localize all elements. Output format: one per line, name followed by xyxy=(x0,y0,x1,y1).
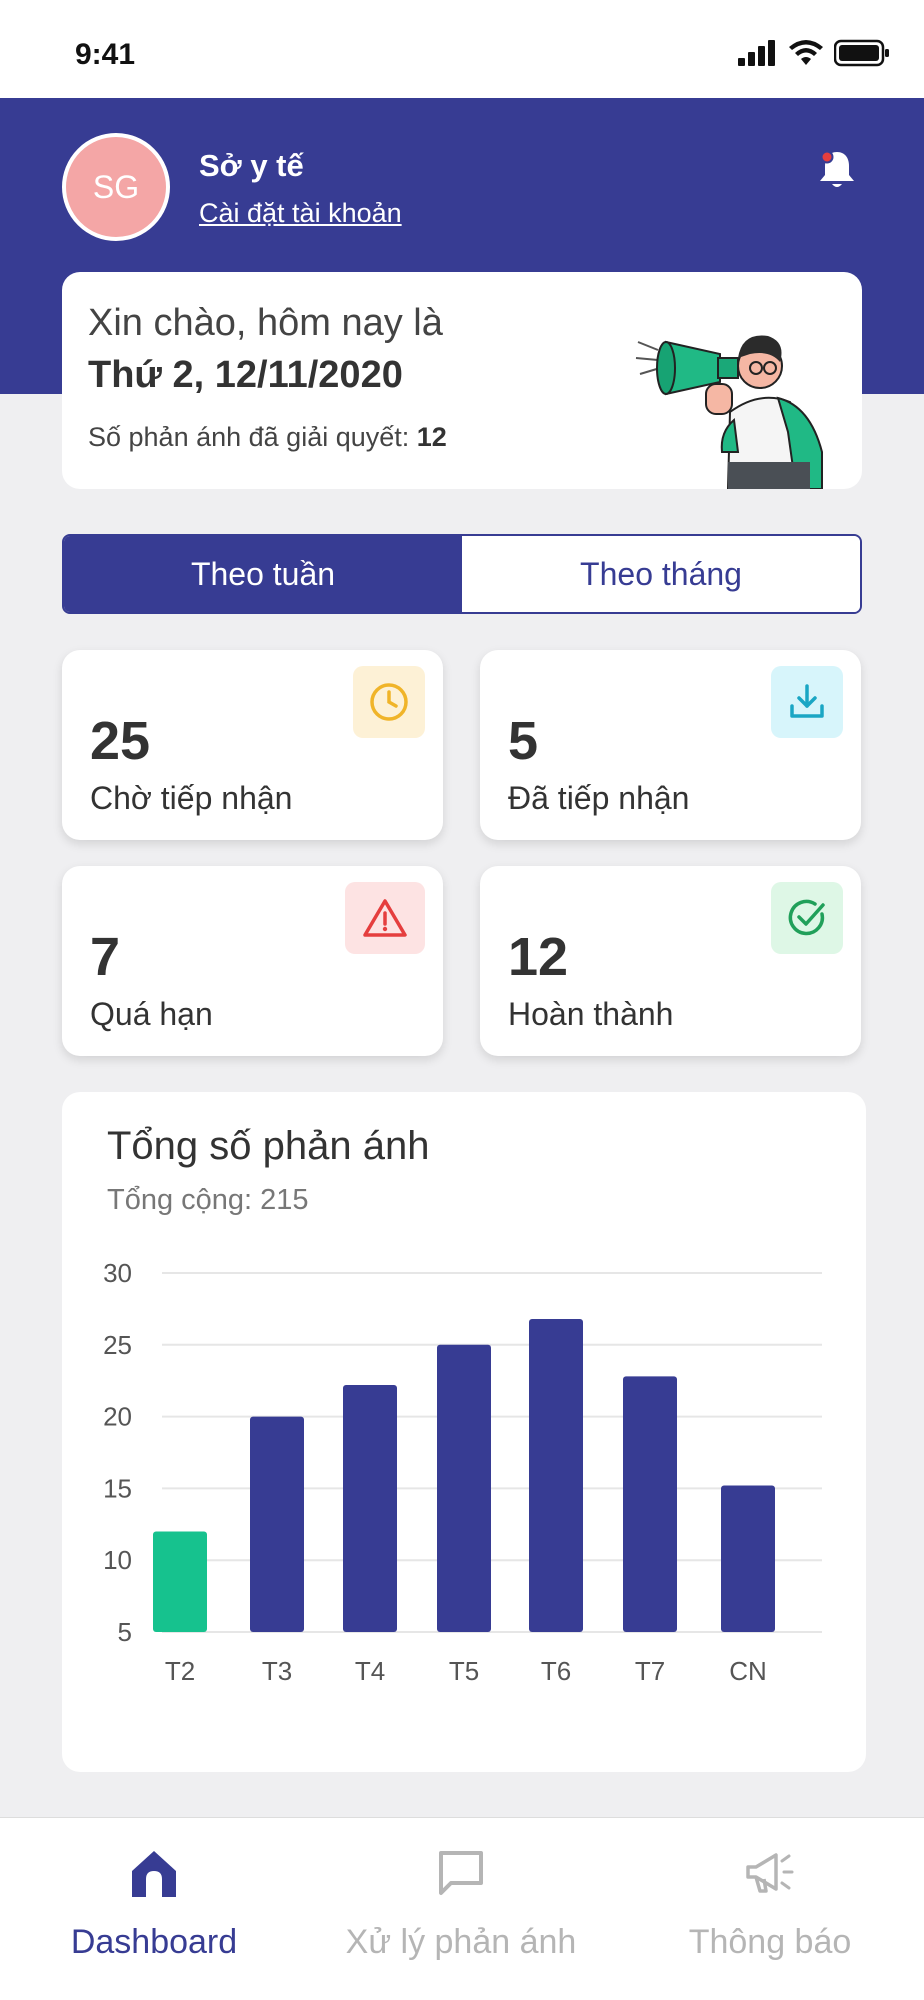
check-circle-icon xyxy=(771,882,843,954)
bar-T6 xyxy=(529,1318,583,1632)
tab-monthly[interactable]: Theo tháng xyxy=(462,536,860,612)
avatar-initials: SG xyxy=(92,168,140,205)
stat-label: Quá hạn xyxy=(90,996,213,1032)
bottom-tab-bar: Dashboard Xử lý phản ánh Thông báo xyxy=(0,1817,924,2000)
tab-weekly[interactable]: Theo tuần xyxy=(64,536,462,612)
y-tick-label: 15 xyxy=(103,1473,132,1503)
y-tick-label: 10 xyxy=(103,1545,132,1575)
home-icon xyxy=(124,1843,184,1903)
stat-card-overdue[interactable]: 7 Quá hạn xyxy=(62,866,443,1056)
clock-icon xyxy=(353,666,425,738)
status-icons xyxy=(738,38,890,68)
tab-label: Xử lý phản ánh xyxy=(345,1923,577,1961)
avatar[interactable]: SG xyxy=(62,133,170,241)
megaphone-person-illustration xyxy=(635,335,823,489)
stat-value: 7 xyxy=(90,927,121,987)
chat-icon xyxy=(431,1843,491,1903)
tab-label: Dashboard xyxy=(70,1923,238,1961)
y-tick-label: 25 xyxy=(103,1330,132,1360)
bar-chart: 30 25 20 15 10 5 T2 T3 T4 T5 T6 T7 CN xyxy=(103,1258,822,1686)
x-tick-label: T7 xyxy=(635,1656,665,1686)
resolved-count: 12 xyxy=(416,422,447,452)
greeting-text: Xin chào, hôm nay là xyxy=(88,302,443,344)
warning-icon xyxy=(345,882,425,954)
resolved-summary: Số phản ánh đã giải quyết: 12 xyxy=(88,422,447,453)
download-icon xyxy=(771,666,843,738)
stat-value: 25 xyxy=(90,711,151,771)
stat-card-completed[interactable]: 12 Hoàn thành xyxy=(480,866,861,1056)
period-segmented-control: Theo tuần Theo tháng xyxy=(62,534,862,614)
y-tick-label: 5 xyxy=(118,1617,132,1647)
bell-icon[interactable] xyxy=(815,148,859,192)
wifi-icon xyxy=(789,40,823,65)
stat-label: Đã tiếp nhận xyxy=(508,780,690,816)
greeting-date: Thứ 2, 12/11/2020 xyxy=(88,354,403,396)
tab-process-feedback[interactable]: Xử lý phản ánh xyxy=(330,1818,592,2000)
bar-T4 xyxy=(343,1385,397,1632)
megaphone-icon xyxy=(740,1843,800,1903)
tab-label: Thông báo xyxy=(688,1923,852,1961)
tab-notifications[interactable]: Thông báo xyxy=(660,1818,880,2000)
account-settings-link[interactable]: Cài đặt tài khoản xyxy=(199,198,402,229)
stat-card-received[interactable]: 5 Đã tiếp nhận xyxy=(480,650,861,840)
stat-value: 5 xyxy=(508,711,539,771)
status-bar: 9:41 xyxy=(0,0,924,98)
signal-icon xyxy=(738,40,775,66)
chart-card: Tổng số phản ánh Tổng cộng: 215 30 25 20 15… xyxy=(62,1092,866,1772)
status-time: 9:41 xyxy=(75,38,136,71)
x-tick-label: T5 xyxy=(449,1656,479,1686)
x-tick-label: T2 xyxy=(165,1656,195,1686)
bar-CN xyxy=(721,1485,775,1632)
x-tick-label: T6 xyxy=(541,1656,571,1686)
stat-card-pending[interactable]: 25 Chờ tiếp nhận xyxy=(62,650,443,840)
bar-T5 xyxy=(437,1344,491,1632)
battery-icon xyxy=(834,39,889,67)
stat-label: Hoàn thành xyxy=(508,996,674,1032)
greeting-card: Xin chào, hôm nay là Thứ 2, 12/11/2020 S… xyxy=(62,272,862,489)
x-tick-label: T3 xyxy=(262,1656,292,1686)
org-name: Sở y tế xyxy=(199,148,304,183)
x-tick-label: T4 xyxy=(355,1656,385,1686)
y-tick-label: 30 xyxy=(103,1258,132,1288)
stat-value: 12 xyxy=(508,927,569,987)
bar-T2 xyxy=(153,1531,207,1632)
bar-T7 xyxy=(623,1376,677,1632)
stat-label: Chờ tiếp nhận xyxy=(90,780,293,816)
bar-T3 xyxy=(250,1416,304,1632)
y-tick-label: 20 xyxy=(103,1402,132,1432)
x-tick-label: CN xyxy=(729,1656,767,1686)
resolved-label: Số phản ánh đã giải quyết: xyxy=(88,422,410,452)
tab-dashboard[interactable]: Dashboard xyxy=(44,1818,264,2000)
